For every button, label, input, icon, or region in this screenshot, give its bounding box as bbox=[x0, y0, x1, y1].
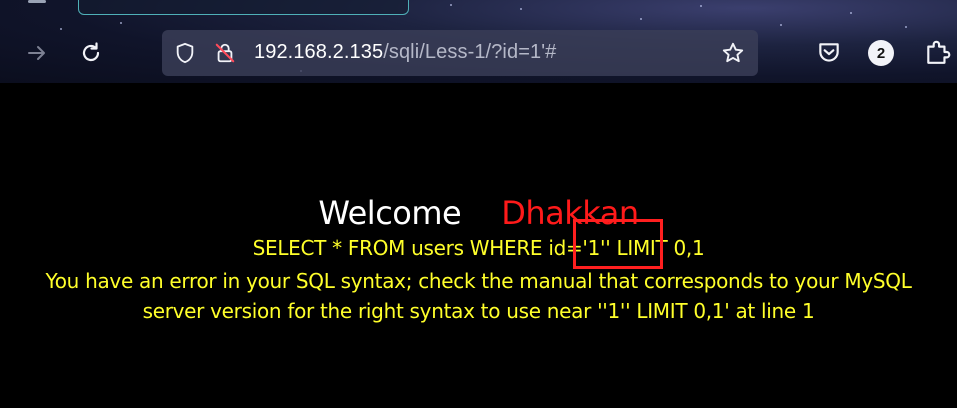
puzzle-icon[interactable] bbox=[925, 38, 951, 66]
shield-icon[interactable] bbox=[174, 42, 196, 64]
url-path: /sqli/Less-1/?id=1'# bbox=[383, 41, 557, 63]
reload-icon bbox=[82, 42, 100, 62]
arrow-right-icon bbox=[28, 46, 45, 60]
address-bar[interactable]: 192.168.2.135/sqli/Less-1/?id=1'# bbox=[162, 30, 758, 76]
forward-button[interactable] bbox=[22, 38, 52, 68]
url-host: 192.168.2.135 bbox=[254, 41, 384, 63]
sql-error-line-2: server version for the right syntax to u… bbox=[142, 299, 815, 323]
tab-overflow-indicator[interactable] bbox=[28, 0, 46, 3]
page-content: Welcome Dhakkan SELECT * FROM users WHERE… bbox=[0, 83, 957, 408]
highlight-annotation-box bbox=[573, 219, 663, 269]
welcome-text: Welcome bbox=[318, 194, 462, 232]
url-text[interactable]: 192.168.2.135/sqli/Less-1/?id=1'# bbox=[254, 41, 556, 64]
star-icon[interactable] bbox=[721, 41, 745, 65]
reload-button[interactable] bbox=[76, 38, 106, 68]
notification-badge[interactable]: 2 bbox=[868, 40, 894, 66]
lock-insecure-icon[interactable] bbox=[214, 42, 236, 64]
welcome-heading: Welcome Dhakkan bbox=[0, 193, 957, 233]
pocket-icon[interactable] bbox=[816, 40, 842, 66]
browser-tab[interactable] bbox=[78, 0, 409, 15]
sql-query-text: SELECT * FROM users WHERE id='1'' LIMIT … bbox=[252, 236, 705, 260]
browser-toolbar: 192.168.2.135/sqli/Less-1/?id=1'# 2 bbox=[0, 0, 957, 83]
sql-error-line-1: You have an error in your SQL syntax; ch… bbox=[45, 269, 912, 293]
